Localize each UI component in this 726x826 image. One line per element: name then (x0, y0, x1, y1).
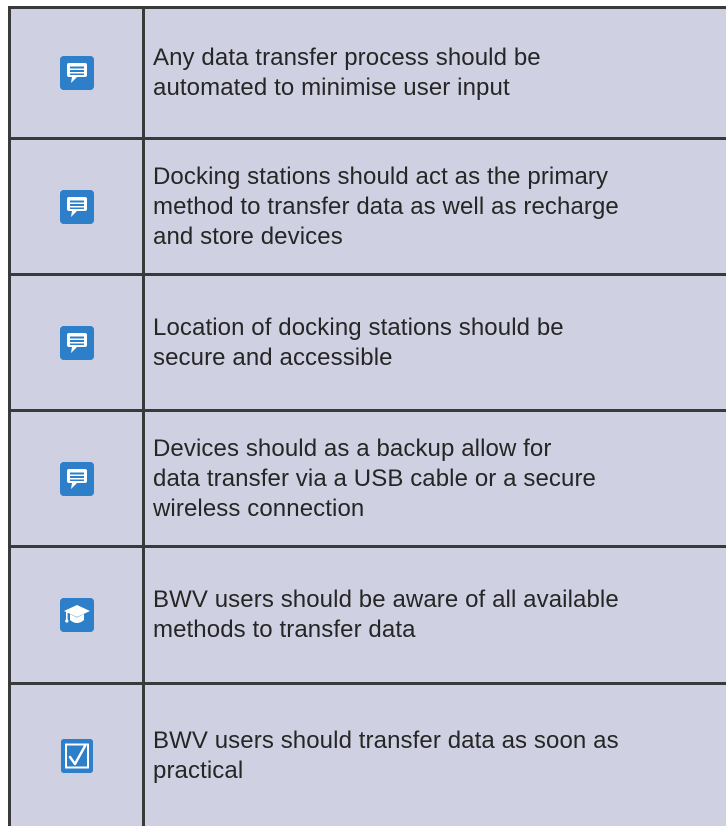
checkbox-checked-icon (60, 738, 93, 773)
row-text: Docking stations should act as the prima… (153, 162, 619, 250)
row-text: Any data transfer process should be auto… (153, 44, 541, 101)
icon-cell (11, 9, 145, 137)
icon-cell (11, 412, 145, 545)
icon-cell (11, 276, 145, 409)
guidance-table: Any data transfer process should be auto… (8, 6, 726, 826)
row-text: Location of docking stations should be s… (153, 313, 564, 371)
table-row: Docking stations should act as the prima… (11, 140, 726, 276)
icon-cell (11, 685, 145, 826)
icon-cell (11, 140, 145, 273)
text-cell: Location of docking stations should be s… (145, 276, 726, 409)
text-cell: Any data transfer process should be auto… (145, 9, 726, 137)
table-row: Location of docking stations should be s… (11, 276, 726, 412)
table-row: Any data transfer process should be auto… (11, 9, 726, 140)
speech-bubble-icon (59, 461, 94, 496)
speech-bubble-icon (59, 325, 94, 360)
row-text: BWV users should transfer data as soon a… (153, 726, 619, 784)
text-cell: Docking stations should act as the prima… (145, 140, 726, 273)
speech-bubble-icon (59, 56, 94, 90)
table-row: Devices should as a backup allow for dat… (11, 412, 726, 548)
text-cell: Devices should as a backup allow for dat… (145, 412, 726, 545)
text-cell: BWV users should be aware of all availab… (145, 548, 726, 682)
speech-bubble-icon (59, 189, 94, 224)
table-row: BWV users should transfer data as soon a… (11, 685, 726, 826)
table-row: BWV users should be aware of all availab… (11, 548, 726, 685)
text-cell: BWV users should transfer data as soon a… (145, 685, 726, 826)
graduation-cap-icon (59, 598, 94, 632)
row-text: Devices should as a backup allow for dat… (153, 434, 596, 522)
icon-cell (11, 548, 145, 682)
row-text: BWV users should be aware of all availab… (153, 586, 619, 643)
